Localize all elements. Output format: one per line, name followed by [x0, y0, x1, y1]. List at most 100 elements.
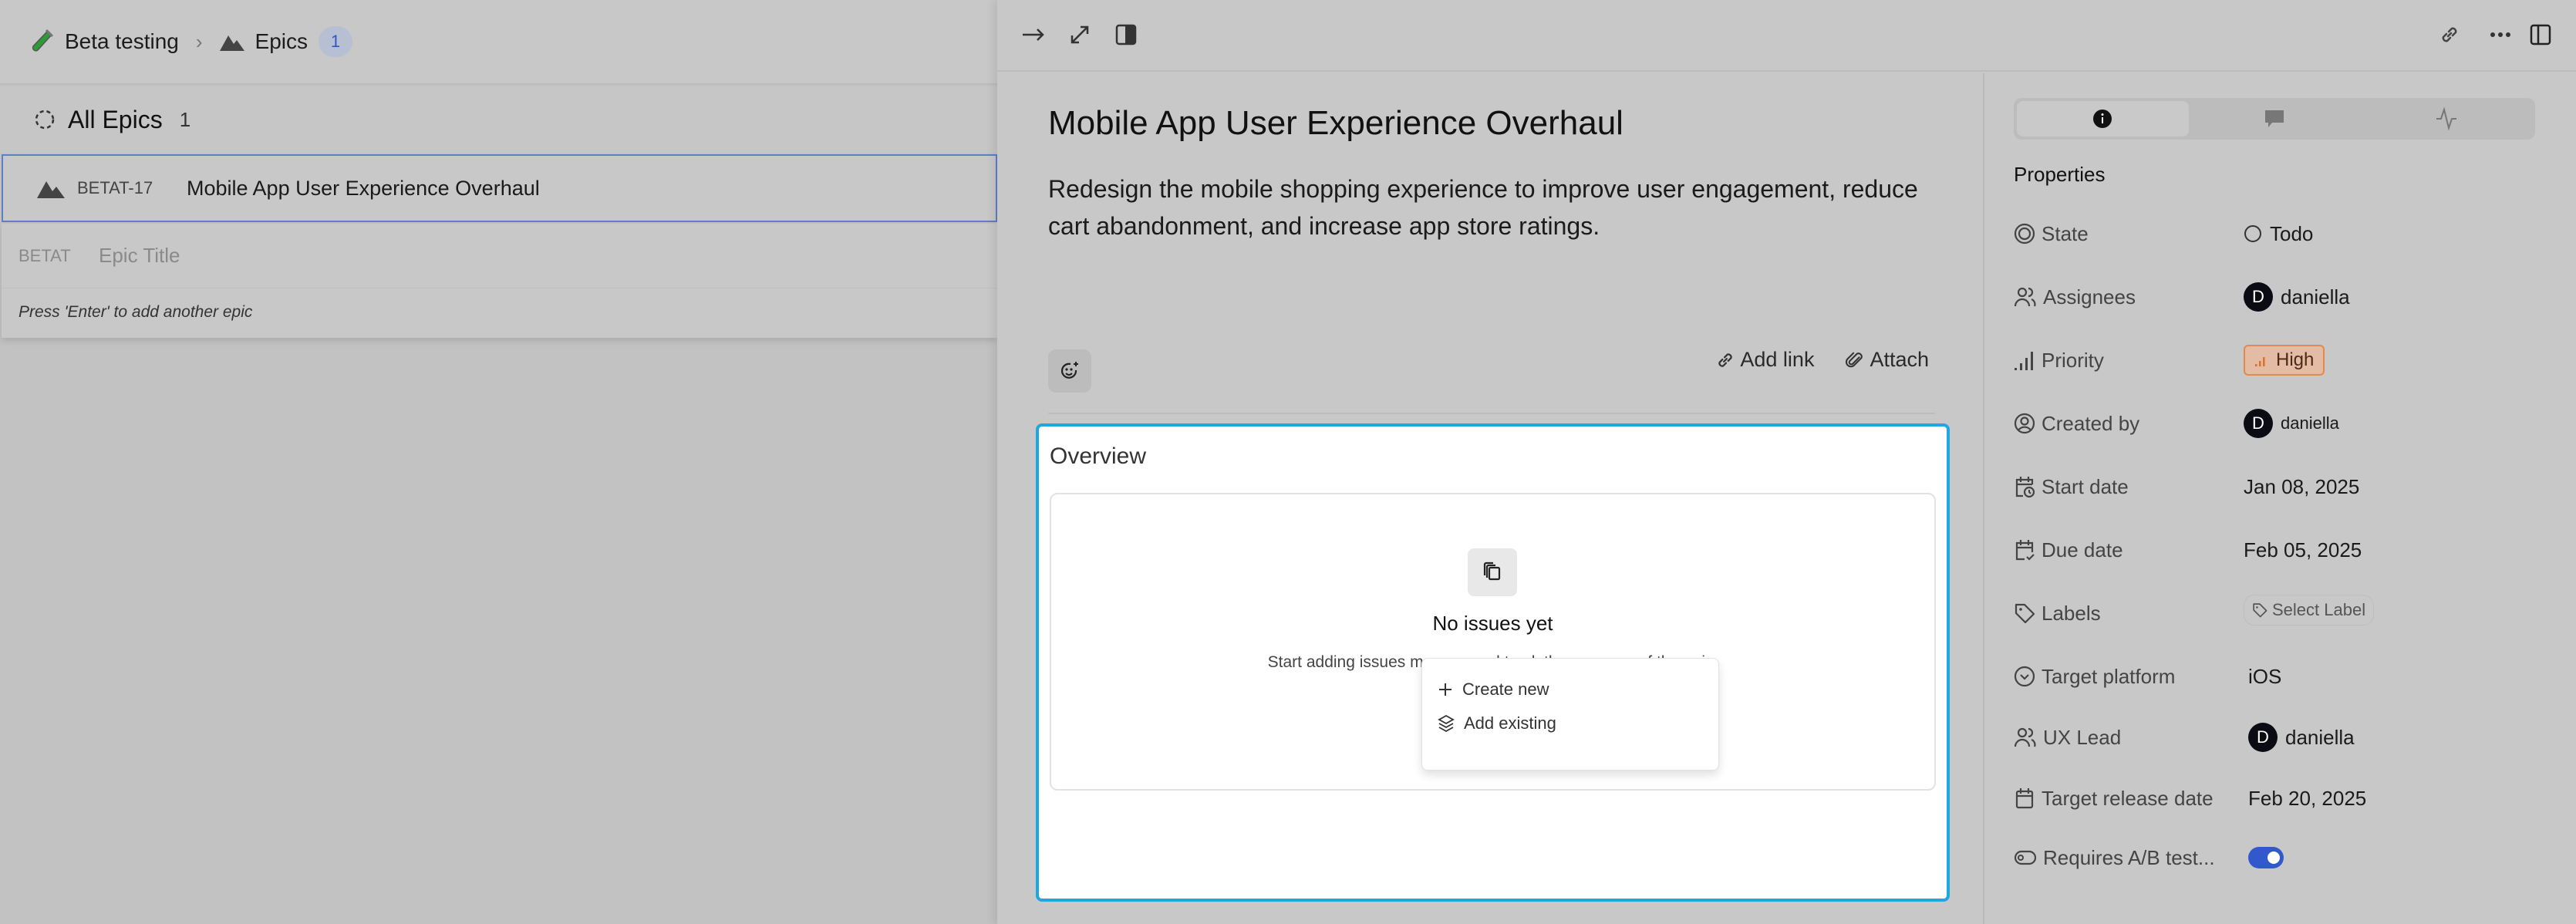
properties-title: Properties — [2014, 163, 2106, 186]
expand-button[interactable] — [1062, 17, 1097, 52]
add-link-label: Add link — [1740, 348, 1815, 371]
tab-comments[interactable] — [2189, 101, 2361, 137]
property-label: Target release date — [2014, 787, 2244, 811]
toggle-sidebar-button[interactable] — [2523, 17, 2558, 52]
epic-main-content: Mobile App User Experience Overhaul Rede… — [997, 73, 1984, 924]
more-options-button[interactable] — [2483, 17, 2518, 52]
quick-add-epic: BETAT Epic Title Press 'Enter' to add an… — [2, 224, 997, 338]
side-peek-icon — [1115, 24, 1137, 46]
menu-item-create-new[interactable]: Create new — [1422, 673, 1718, 706]
tab-info[interactable] — [2017, 101, 2189, 137]
link-icon — [2439, 24, 2460, 46]
property-priority: Priority High — [2014, 341, 2554, 379]
epic-icon — [219, 32, 244, 51]
layers-icon — [1438, 714, 1455, 733]
toggle-switch-on[interactable] — [2248, 847, 2284, 868]
property-labels: Labels Select Label — [2014, 594, 2554, 632]
add-link-button[interactable]: Add link — [1715, 348, 1814, 372]
attach-label: Attach — [1870, 348, 1929, 371]
property-label: Requires A/B test... — [2014, 846, 2244, 870]
ellipsis-icon — [2490, 32, 2511, 38]
arrow-right-icon — [1021, 27, 1046, 42]
project-prefix: BETAT — [19, 245, 71, 265]
activity-icon — [2435, 107, 2458, 130]
copy-link-button[interactable] — [2432, 17, 2467, 52]
property-ux-lead: UX Lead D daniella — [2014, 718, 2554, 757]
epic-identifier: BETAT-17 — [77, 178, 153, 197]
user-circle-icon — [2014, 413, 2035, 434]
plus-icon — [1438, 682, 1453, 697]
signal-bars-icon — [2014, 349, 2035, 371]
attach-button[interactable]: Attach — [1845, 348, 1929, 372]
property-requires-ab-testing: Requires A/B test... — [2014, 838, 2554, 877]
avatar: D — [2244, 409, 2273, 438]
smile-plus-icon — [1059, 360, 1081, 382]
start-date-picker[interactable]: Jan 08, 2025 — [2244, 475, 2359, 499]
overview-section: Overview No issues yet Start adding issu… — [1036, 423, 1950, 902]
ux-lead-dropdown[interactable]: D daniella — [2244, 723, 2355, 752]
users-icon — [2014, 726, 2037, 749]
epic-title-placeholder[interactable]: Epic Title — [99, 244, 180, 268]
users-icon — [2014, 285, 2037, 309]
property-label: Assignees — [2014, 285, 2244, 309]
chevron-right-icon: › — [195, 29, 203, 53]
property-created-by: Created by D daniella — [2014, 404, 2554, 443]
paperclip-icon — [1845, 350, 1865, 370]
add-reaction-button[interactable] — [1048, 349, 1091, 393]
circle-chevron-down-icon — [2014, 666, 2035, 687]
property-label: Labels — [2014, 602, 2244, 626]
created-by-value: D daniella — [2244, 409, 2339, 438]
empty-state-title: No issues yet — [1432, 612, 1553, 635]
top-navigation-bar: Beta testing › Epics 1 — [0, 0, 997, 85]
state-icon — [2014, 223, 2035, 244]
avatar: D — [2244, 282, 2273, 312]
property-label: Due date — [2014, 538, 2244, 562]
calendar-clock-icon — [2014, 475, 2035, 498]
section-divider — [1048, 413, 1935, 414]
select-label-button[interactable]: Select Label — [2244, 595, 2375, 626]
breadcrumb-epics[interactable]: Epics — [255, 29, 308, 54]
description-actions: Add link Attach — [1715, 348, 1929, 372]
priority-dropdown[interactable]: High — [2244, 345, 2325, 376]
property-label: Priority — [2014, 349, 2244, 373]
property-target-platform: Target platform iOS — [2014, 657, 2554, 696]
epic-name[interactable]: Mobile App User Experience Overhaul — [187, 177, 540, 201]
info-icon — [2092, 109, 2112, 129]
properties-sidebar: Properties State Todo Assignees D daniel… — [1986, 73, 2576, 924]
epic-icon — [37, 178, 65, 198]
peek-mode-button[interactable] — [1108, 17, 1144, 52]
sidebar-tabs — [2014, 98, 2535, 140]
target-platform-dropdown[interactable]: iOS — [2244, 665, 2281, 689]
epics-count-badge: 1 — [319, 26, 353, 57]
link-icon — [1715, 350, 1735, 370]
property-label: Start date — [2014, 475, 2244, 499]
list-item[interactable]: BETAT-17 Mobile App User Experience Over… — [2, 154, 997, 222]
target-release-date-picker[interactable]: Feb 20, 2025 — [2244, 787, 2366, 811]
menu-item-add-existing[interactable]: Add existing — [1422, 706, 1718, 740]
tab-activity[interactable] — [2360, 101, 2532, 137]
epic-title[interactable]: Mobile App User Experience Overhaul — [1048, 104, 1623, 143]
quick-add-input[interactable]: BETAT Epic Title — [2, 224, 997, 288]
property-target-release-date: Target release date Feb 20, 2025 — [2014, 779, 2554, 818]
property-label: Created by — [2014, 412, 2244, 436]
group-title: All Epics — [68, 105, 163, 133]
property-state: State Todo — [2014, 214, 2554, 253]
toggle-icon — [2014, 849, 2037, 866]
property-start-date: Start date Jan 08, 2025 — [2014, 467, 2554, 506]
close-peek-button[interactable] — [1016, 17, 1051, 52]
epic-peek-overview: Mobile App User Experience Overhaul Rede… — [997, 0, 2576, 924]
assignees-dropdown[interactable]: D daniella — [2244, 282, 2350, 312]
property-assignees: Assignees D daniella — [2014, 278, 2554, 316]
due-date-picker[interactable]: Feb 05, 2025 — [2244, 538, 2362, 562]
tag-icon — [2014, 602, 2035, 624]
epic-description[interactable]: Redesign the mobile shopping experience … — [1048, 170, 1935, 244]
menu-item-label: Add existing — [1464, 713, 1556, 733]
requires-ab-toggle[interactable] — [2244, 847, 2284, 868]
menu-item-label: Create new — [1462, 680, 1549, 699]
calendar-icon — [2014, 787, 2035, 810]
breadcrumb-project[interactable]: Beta testing — [65, 29, 179, 54]
state-dropdown[interactable]: Todo — [2244, 222, 2313, 246]
group-count: 1 — [179, 107, 191, 131]
calendar-check-icon — [2014, 538, 2035, 561]
breadcrumb: Beta testing › Epics 1 — [31, 26, 353, 57]
